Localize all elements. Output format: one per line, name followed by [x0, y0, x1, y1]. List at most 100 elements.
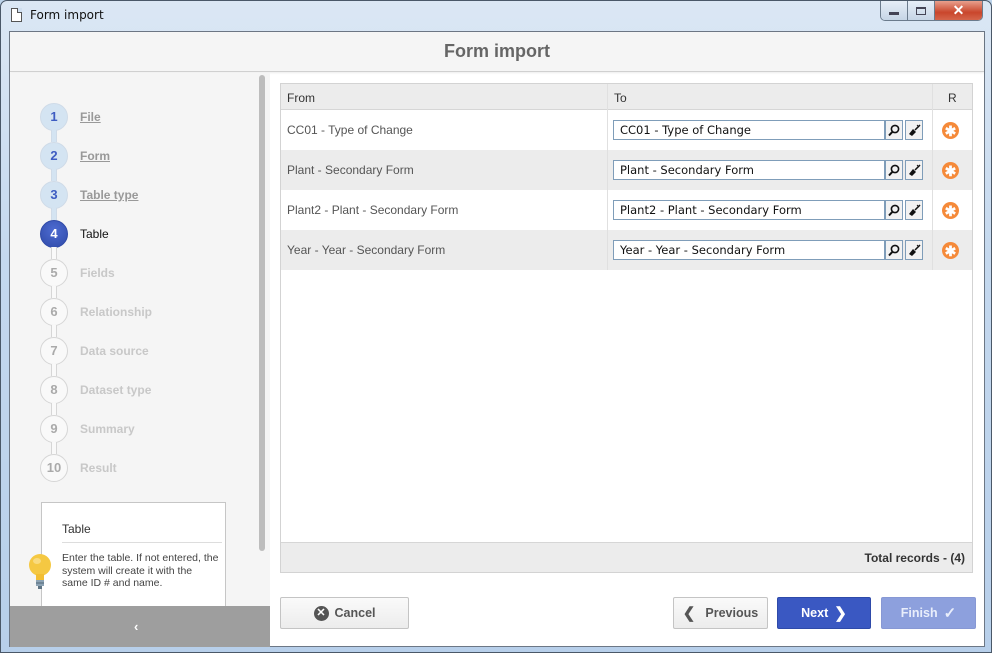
wizard-step-dataset-type: 8 Dataset type: [40, 376, 240, 406]
step-number: 6: [40, 298, 68, 326]
required-icon: ✱: [942, 242, 959, 259]
dialog-header: Form import: [10, 32, 984, 72]
wizard-step-table-type[interactable]: 3 Table type: [40, 181, 240, 211]
table-row: Plant2 - Plant - Secondary Form Plant2 - …: [281, 190, 972, 230]
required-icon: ✱: [942, 202, 959, 219]
search-button[interactable]: [885, 200, 903, 220]
table-row: CC01 - Type of Change CC01 - Type of Chan…: [281, 110, 972, 150]
to-input[interactable]: Plant2 - Plant - Secondary Form: [613, 200, 885, 220]
sidebar-scrollbar[interactable]: [259, 75, 265, 551]
from-cell: CC01 - Type of Change: [287, 123, 413, 137]
step-number: 4: [40, 220, 68, 248]
help-tip-text: Enter the table. If not entered, the sys…: [62, 552, 219, 589]
next-label: Next: [801, 606, 829, 620]
cancel-icon: ✕: [313, 605, 329, 621]
dialog-body: Form import 1 File 2 Form 3 Table type 4 Table 5…: [9, 31, 985, 647]
minimize-button[interactable]: [881, 1, 908, 20]
search-button[interactable]: [885, 120, 903, 140]
search-button[interactable]: [885, 240, 903, 260]
step-connector: [51, 247, 57, 259]
step-number: 10: [40, 454, 68, 482]
wizard-step-table: 4 Table: [40, 220, 240, 250]
wizard-step-file[interactable]: 1 File: [40, 103, 240, 133]
document-icon: [11, 8, 22, 22]
step-number: 3: [40, 181, 68, 209]
from-cell: Plant2 - Plant - Secondary Form: [287, 203, 459, 217]
clear-button[interactable]: [905, 160, 923, 180]
search-icon: [888, 244, 900, 256]
to-input[interactable]: Plant - Secondary Form: [613, 160, 885, 180]
column-divider: [607, 84, 608, 270]
clear-button[interactable]: [905, 240, 923, 260]
required-icon: ✱: [942, 122, 959, 139]
chevron-left-icon: ❮: [682, 605, 696, 622]
to-input[interactable]: Year - Year - Secondary Form: [613, 240, 885, 260]
step-connector: [51, 403, 57, 415]
to-input[interactable]: CC01 - Type of Change: [613, 120, 885, 140]
next-button[interactable]: Next ❯: [777, 597, 871, 629]
clear-button[interactable]: [905, 200, 923, 220]
total-records: Total records - (4): [864, 551, 965, 565]
column-header-to[interactable]: To: [614, 91, 627, 105]
step-label: Dataset type: [80, 383, 152, 397]
step-label: Data source: [80, 344, 149, 358]
step-number: 8: [40, 376, 68, 404]
step-connector: [51, 364, 57, 376]
step-label[interactable]: Table type: [80, 188, 138, 202]
cancel-button[interactable]: ✕ Cancel: [280, 597, 409, 629]
window-title: Form import: [30, 8, 104, 22]
sidebar-collapse-bar[interactable]: ‹: [10, 606, 270, 647]
chevron-right-icon: ❯: [834, 605, 847, 622]
broom-icon: [908, 243, 921, 256]
close-icon: ✕: [952, 2, 965, 18]
from-cell: Plant - Secondary Form: [287, 163, 414, 177]
step-connector: [51, 325, 57, 337]
step-label: Summary: [80, 422, 135, 436]
previous-button[interactable]: ❮ Previous: [673, 597, 768, 629]
table-header: From To R: [281, 84, 972, 110]
search-icon: [888, 204, 900, 216]
step-connector: [51, 442, 57, 454]
maximize-icon: [916, 6, 926, 15]
clear-button[interactable]: [905, 120, 923, 140]
wizard-sidebar: 1 File 2 Form 3 Table type 4 Table 5 Fields 6 Relat…: [10, 73, 270, 647]
step-connector: [51, 286, 57, 298]
step-label: Result: [80, 461, 117, 475]
step-connector: [51, 169, 57, 181]
step-label[interactable]: File: [80, 110, 101, 124]
checkmark-icon: ✓: [943, 605, 957, 622]
maximize-button[interactable]: [908, 1, 935, 20]
step-label[interactable]: Form: [80, 149, 110, 163]
wizard-step-summary: 9 Summary: [40, 415, 240, 445]
search-button[interactable]: [885, 160, 903, 180]
form-import-window: Form import ✕ Form import 1 File 2 Form 3 Tab…: [0, 0, 992, 653]
table-footer: Total records - (4): [281, 542, 972, 572]
from-cell: Year - Year - Secondary Form: [287, 243, 446, 257]
wizard-step-form[interactable]: 2 Form: [40, 142, 240, 172]
chevron-left-icon: ‹: [134, 619, 139, 634]
page-title: Form import: [444, 41, 550, 61]
lightbulb-icon: [29, 554, 51, 589]
step-label: Fields: [80, 266, 115, 280]
help-tip-divider: [62, 542, 222, 543]
previous-label: Previous: [705, 606, 759, 620]
window-controls: ✕: [880, 1, 983, 21]
wizard-step-relationship: 6 Relationship: [40, 298, 240, 328]
required-icon: ✱: [942, 162, 959, 179]
wizard-step-fields: 5 Fields: [40, 259, 240, 289]
step-number: 2: [40, 142, 68, 170]
broom-icon: [908, 123, 921, 136]
step-label: Table: [80, 227, 109, 241]
column-header-required[interactable]: R: [948, 91, 957, 105]
title-bar: Form import ✕: [1, 1, 991, 31]
help-tip: Table Enter the table. If not entered, t…: [41, 502, 226, 608]
mapping-table: From To R CC01 - Type of Change CC01 - Ty…: [280, 83, 973, 573]
close-button[interactable]: ✕: [935, 1, 982, 20]
minimize-icon: [889, 11, 899, 15]
finish-button[interactable]: Finish ✓: [881, 597, 976, 629]
step-number: 5: [40, 259, 68, 287]
table-row: Year - Year - Secondary Form Year - Year …: [281, 230, 972, 270]
broom-icon: [908, 203, 921, 216]
step-number: 9: [40, 415, 68, 443]
column-header-from[interactable]: From: [287, 91, 315, 105]
